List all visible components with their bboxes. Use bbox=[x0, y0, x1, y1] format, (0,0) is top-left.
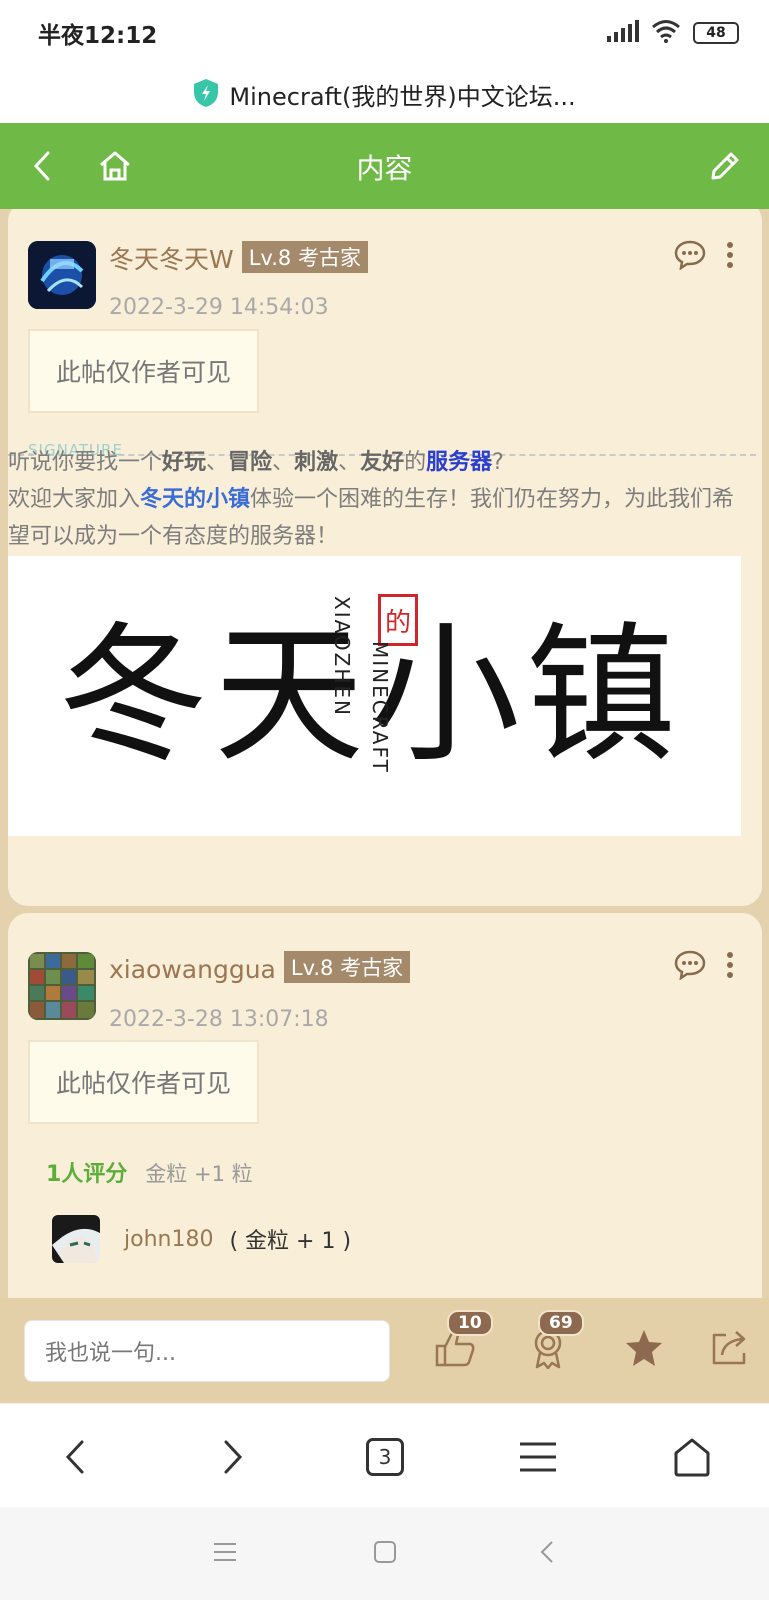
rater-row[interactable]: john180 ( 金粒 + 1 ) bbox=[52, 1215, 351, 1263]
compose-button[interactable] bbox=[695, 123, 755, 209]
favorite-button[interactable] bbox=[614, 1312, 674, 1384]
square-icon bbox=[374, 1541, 396, 1563]
rating-summary: 金粒 +1 粒 bbox=[145, 1162, 253, 1186]
more-icon[interactable] bbox=[726, 951, 734, 979]
star-icon bbox=[626, 1330, 662, 1366]
rater-detail: ( 金粒 + 1 ) bbox=[229, 1229, 352, 1254]
banner-seal: 的 bbox=[378, 594, 418, 646]
status-time: 半夜12:12 bbox=[38, 23, 158, 49]
avatar[interactable] bbox=[28, 952, 96, 1020]
hidden-post-notice: 此帖仅作者可见 bbox=[28, 1040, 259, 1124]
tab-count: 3 bbox=[366, 1438, 404, 1476]
like-button[interactable]: 10 bbox=[425, 1310, 493, 1384]
status-icons: 48 bbox=[607, 19, 739, 47]
chevron-left-icon bbox=[540, 1541, 553, 1563]
app-header: 内容 bbox=[0, 123, 769, 209]
post-time: 2022-3-29 14:54:03 bbox=[109, 295, 329, 320]
post-card: 冬天冬天W Lv.8 考古家 2022-3-29 14:54:03 此帖仅作者可见… bbox=[8, 209, 762, 906]
home-system-button[interactable] bbox=[360, 1532, 410, 1572]
rating-row[interactable]: 1人评分 金粒 +1 粒 bbox=[46, 1156, 253, 1188]
home-button[interactable] bbox=[85, 123, 145, 209]
signature-banner-image[interactable]: 冬天小镇 的 XIAOZHEN MINECRAFT bbox=[8, 556, 741, 836]
browser-back-button[interactable] bbox=[40, 1422, 110, 1492]
tabs-button[interactable]: 3 bbox=[350, 1422, 420, 1492]
post-actions bbox=[674, 950, 734, 980]
battery-icon: 48 bbox=[693, 22, 739, 44]
menu-button[interactable] bbox=[503, 1422, 573, 1492]
rating-count: 1人评分 bbox=[46, 1162, 128, 1187]
level-badge: Lv.8 考古家 bbox=[283, 951, 411, 983]
more-icon[interactable] bbox=[726, 241, 734, 269]
avatar[interactable] bbox=[28, 241, 96, 309]
author-name: xiaowanggua bbox=[109, 955, 276, 984]
post-author[interactable]: xiaowanggua Lv.8 考古家 bbox=[109, 951, 411, 984]
rater-avatar[interactable] bbox=[52, 1215, 100, 1263]
post-author[interactable]: 冬天冬天W Lv.8 考古家 bbox=[109, 240, 368, 276]
thread-content[interactable]: 冬天冬天W Lv.8 考古家 2022-3-29 14:54:03 此帖仅作者可见… bbox=[0, 209, 769, 1298]
back-button[interactable] bbox=[12, 123, 72, 209]
reply-bar: 我也说一句... 10 69 bbox=[0, 1298, 769, 1403]
browser-forward-button[interactable] bbox=[198, 1422, 268, 1492]
share-icon bbox=[712, 1331, 746, 1365]
award-count: 69 bbox=[538, 1310, 584, 1336]
system-nav bbox=[0, 1507, 769, 1600]
post-time: 2022-3-28 13:07:18 bbox=[109, 1007, 329, 1032]
wifi-icon bbox=[651, 19, 681, 47]
comment-icon[interactable] bbox=[674, 240, 706, 270]
server-link[interactable]: 服务器 bbox=[426, 450, 492, 475]
chevron-left-icon bbox=[65, 1440, 84, 1474]
level-badge: Lv.8 考古家 bbox=[241, 241, 368, 273]
post-actions bbox=[674, 240, 734, 270]
banner-vertical-xiaozhen: XIAOZHEN bbox=[330, 596, 354, 718]
battery-level: 48 bbox=[706, 25, 726, 41]
menu-icon bbox=[520, 1442, 556, 1472]
pencil-icon bbox=[711, 152, 739, 180]
menu-icon bbox=[214, 1543, 236, 1561]
browser-nav: 3 bbox=[0, 1403, 769, 1507]
chevron-left-icon bbox=[33, 151, 50, 181]
home-icon bbox=[100, 151, 130, 181]
signature-text: 听说你要找一个好玩、冒险、刺激、友好的服务器? 欢迎大家加入冬天的小镇体验一个困难… bbox=[8, 450, 735, 549]
browser-home-button[interactable] bbox=[657, 1422, 727, 1492]
town-link[interactable]: 冬天的小镇 bbox=[140, 487, 250, 512]
award-button[interactable]: 69 bbox=[518, 1310, 584, 1384]
signal-icon bbox=[607, 20, 639, 46]
recents-button[interactable] bbox=[200, 1532, 250, 1572]
status-bar: 半夜12:12 48 bbox=[0, 0, 769, 66]
home-icon bbox=[674, 1438, 710, 1477]
banner-vertical-minecraft: MINECRAFT bbox=[368, 641, 392, 774]
share-button[interactable] bbox=[700, 1312, 760, 1384]
back-system-button[interactable] bbox=[522, 1532, 572, 1572]
post-card: xiaowanggua Lv.8 考古家 2022-3-28 13:07:18 此… bbox=[8, 913, 762, 1298]
shield-icon bbox=[193, 78, 219, 112]
url-bar[interactable]: Minecraft(我的世界)中文论坛... bbox=[0, 66, 769, 123]
comment-icon[interactable] bbox=[674, 950, 706, 980]
hidden-post-notice: 此帖仅作者可见 bbox=[28, 329, 259, 413]
like-count: 10 bbox=[447, 1310, 493, 1336]
author-name: 冬天冬天W bbox=[109, 245, 234, 274]
page-url-title: Minecraft(我的世界)中文论坛... bbox=[229, 83, 576, 111]
chevron-right-icon bbox=[224, 1440, 243, 1474]
reply-input[interactable]: 我也说一句... bbox=[24, 1320, 390, 1382]
rater-name[interactable]: john180 bbox=[124, 1227, 213, 1252]
